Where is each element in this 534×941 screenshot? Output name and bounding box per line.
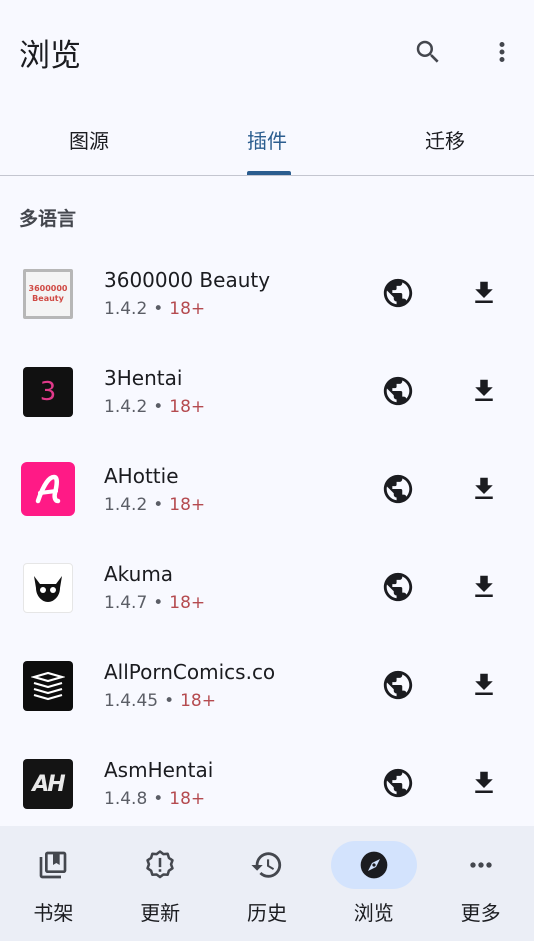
extension-logo: 3 xyxy=(23,367,73,417)
nav-label: 历史 xyxy=(246,901,287,925)
age-rating-badge: 18+ xyxy=(169,397,206,417)
extension-logo: 3600000 Beauty xyxy=(23,269,73,319)
extension-logo: AH xyxy=(23,759,73,809)
globe-icon[interactable] xyxy=(380,373,416,409)
globe-icon[interactable] xyxy=(380,471,416,507)
extension-item[interactable]: 3600000 Beauty 3600000 Beauty 1.4.2 • 18+ xyxy=(0,244,534,342)
extension-version: 1.4.2 xyxy=(104,397,148,417)
nav-more[interactable]: 更多 xyxy=(427,826,534,941)
age-rating-badge: 18+ xyxy=(169,299,206,319)
download-icon[interactable] xyxy=(466,373,502,409)
extension-item[interactable]: 3 3Hentai 1.4.2 • 18+ xyxy=(0,342,534,440)
extension-meta: 1.4.8 • 18+ xyxy=(104,789,206,809)
extension-version: 1.4.7 xyxy=(104,593,148,613)
extension-name: Akuma xyxy=(104,562,174,586)
download-icon[interactable] xyxy=(466,765,502,801)
extension-list: 3600000 Beauty 3600000 Beauty 1.4.2 • 18+ … xyxy=(0,244,534,832)
bottom-navigation: 书架 更新 历史 浏览 更多 xyxy=(0,826,534,941)
extension-name: AllPornComics.co xyxy=(104,660,276,684)
nav-label: 浏览 xyxy=(353,901,394,925)
extension-name: 3Hentai xyxy=(104,366,183,390)
extension-item[interactable]: AllPornComics.co 1.4.45 • 18+ xyxy=(0,636,534,734)
nav-label: 更新 xyxy=(140,901,181,925)
extension-version: 1.4.2 xyxy=(104,299,148,319)
more-horiz-icon xyxy=(438,841,524,889)
globe-icon[interactable] xyxy=(380,765,416,801)
nav-label: 书架 xyxy=(33,901,74,925)
extension-name: AHottie xyxy=(104,464,179,488)
active-tab-indicator xyxy=(247,171,291,175)
extension-version: 1.4.8 xyxy=(104,789,148,809)
history-icon xyxy=(224,841,310,889)
extension-meta: 1.4.2 • 18+ xyxy=(104,299,206,319)
extension-version: 1.4.45 xyxy=(104,691,159,711)
extension-item[interactable]: Akuma 1.4.7 • 18+ xyxy=(0,538,534,636)
globe-icon[interactable] xyxy=(380,275,416,311)
tab-sources[interactable]: 图源 xyxy=(0,104,178,175)
section-header-multilang: 多语言 xyxy=(19,208,77,230)
explore-compass-icon xyxy=(330,841,417,889)
globe-icon[interactable] xyxy=(380,667,416,703)
extension-logo xyxy=(23,563,73,613)
nav-browse[interactable]: 浏览 xyxy=(320,826,427,941)
nav-history[interactable]: 历史 xyxy=(214,826,321,941)
download-icon[interactable] xyxy=(466,667,502,703)
download-icon[interactable] xyxy=(466,275,502,311)
extension-meta: 1.4.2 • 18+ xyxy=(104,397,206,417)
nav-label: 更多 xyxy=(460,901,501,925)
updates-alert-icon xyxy=(117,841,203,889)
age-rating-badge: 18+ xyxy=(180,691,216,711)
nav-library[interactable]: 书架 xyxy=(0,826,107,941)
extension-name: 3600000 Beauty xyxy=(104,268,271,292)
age-rating-badge: 18+ xyxy=(169,495,206,515)
extension-item[interactable]: AH AsmHentai 1.4.8 • 18+ xyxy=(0,734,534,832)
extension-version: 1.4.2 xyxy=(104,495,148,515)
ahottie-logo-glyph xyxy=(35,474,61,504)
extension-item[interactable]: AHottie 1.4.2 • 18+ xyxy=(0,440,534,538)
extension-meta: 1.4.7 • 18+ xyxy=(104,593,206,613)
age-rating-badge: 18+ xyxy=(169,593,206,613)
tab-extensions[interactable]: 插件 xyxy=(178,104,356,175)
download-icon[interactable] xyxy=(466,471,502,507)
allporncomics-logo-glyph xyxy=(31,671,65,701)
library-icon xyxy=(10,841,96,889)
page-title: 浏览 xyxy=(19,38,81,74)
akuma-logo-glyph xyxy=(34,576,62,602)
age-rating-badge: 18+ xyxy=(169,789,206,809)
extension-logo xyxy=(21,462,75,516)
nav-updates[interactable]: 更新 xyxy=(107,826,214,941)
search-icon[interactable] xyxy=(410,34,446,70)
more-vert-icon[interactable] xyxy=(486,34,518,70)
extension-logo xyxy=(23,661,73,711)
download-icon[interactable] xyxy=(466,569,502,605)
globe-icon[interactable] xyxy=(380,569,416,605)
tab-migrate[interactable]: 迁移 xyxy=(356,104,534,175)
top-app-bar: 浏览 xyxy=(0,0,534,104)
extension-name: AsmHentai xyxy=(104,758,214,782)
tab-row: 图源 插件 迁移 xyxy=(0,104,534,176)
extension-meta: 1.4.45 • 18+ xyxy=(104,691,216,711)
extension-meta: 1.4.2 • 18+ xyxy=(104,495,206,515)
